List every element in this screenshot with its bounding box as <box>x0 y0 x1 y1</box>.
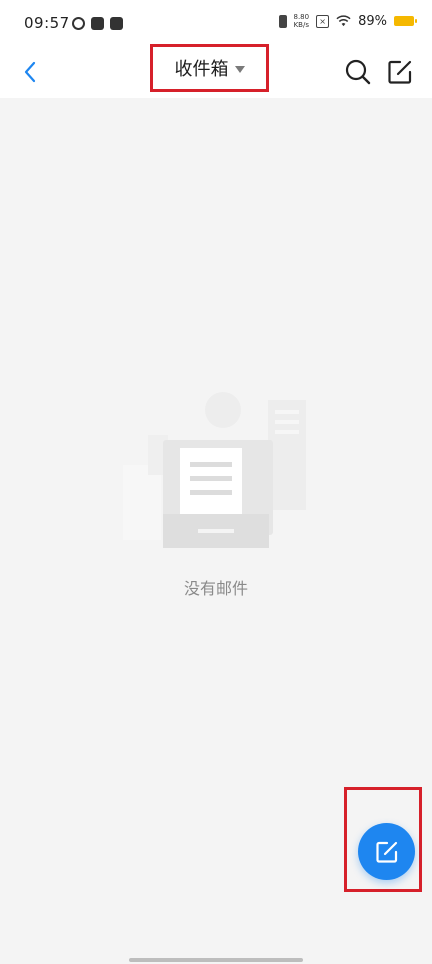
network-speed: 8.80 KB/s <box>294 13 310 29</box>
wifi-icon <box>336 15 351 27</box>
mailbox-selector[interactable]: 收件箱 <box>150 44 269 92</box>
nav-bar: 收件箱 <box>0 44 432 98</box>
compose-fab[interactable] <box>358 823 415 880</box>
network-speed-unit: KB/s <box>293 21 309 29</box>
no-sim-icon: × <box>316 14 330 28</box>
battery-percent: 89% <box>358 13 387 29</box>
back-button[interactable] <box>14 56 46 88</box>
app-notification-icon <box>72 17 85 30</box>
empty-mailbox-illustration <box>123 392 306 548</box>
compose-icon <box>388 60 412 84</box>
caret-down-icon <box>234 66 245 73</box>
mail-notification-icon <box>91 17 104 30</box>
tiktok-notification-icon <box>110 17 123 30</box>
search-button[interactable] <box>344 58 372 86</box>
status-right: 8.80 KB/s × 89% <box>278 13 417 29</box>
network-speed-value: 8.80 <box>293 13 310 21</box>
search-icon <box>345 59 371 85</box>
vibrate-icon <box>278 14 287 28</box>
notification-icons <box>72 17 123 30</box>
status-bar: 09:57 8.80 KB/s × 89% <box>0 0 432 48</box>
compose-icon <box>375 841 397 863</box>
status-time: 09:57 <box>24 14 70 32</box>
home-indicator[interactable] <box>129 958 303 962</box>
empty-state-text: 没有邮件 <box>183 579 248 598</box>
compose-button[interactable] <box>386 58 414 86</box>
chevron-left-icon <box>24 61 36 83</box>
page-title: 收件箱 <box>174 59 229 80</box>
battery-icon <box>394 16 417 26</box>
